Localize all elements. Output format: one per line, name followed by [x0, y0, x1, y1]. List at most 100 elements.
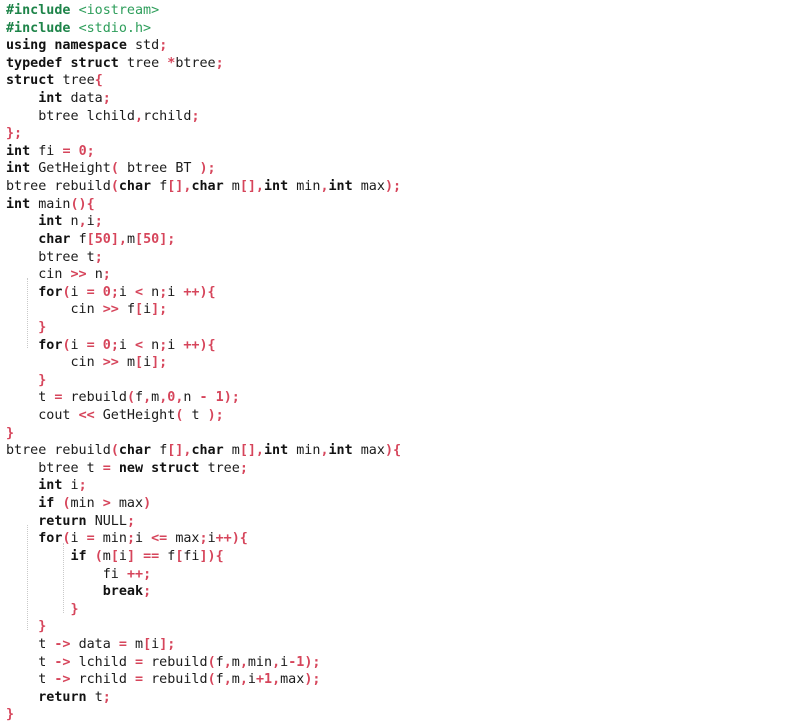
code-line[interactable]: t = rebuild(f,m,0,n - 1); — [6, 389, 800, 407]
code-line[interactable]: cin >> n; — [6, 266, 800, 284]
token-id: i — [118, 337, 127, 353]
code-line[interactable]: int n,i; — [6, 213, 800, 231]
code-viewer[interactable]: #include <iostream> #include <stdio.h> usi… — [0, 0, 800, 722]
code-line[interactable]: cin >> f[i]; — [6, 301, 800, 319]
token-id: i — [118, 284, 127, 300]
token-punc: ] — [126, 548, 135, 564]
code-line[interactable]: } — [6, 601, 800, 619]
token-id: tree — [62, 73, 95, 89]
token-op: ++ — [215, 531, 232, 547]
token-punc: , — [320, 443, 329, 459]
code-line[interactable]: #include <stdio.h> — [6, 20, 800, 38]
token-id: lchild — [78, 654, 127, 670]
code-line[interactable]: } — [6, 319, 800, 337]
code-line[interactable]: int GetHeight( btree BT ); — [6, 160, 800, 178]
code-line[interactable]: fi ++; — [6, 566, 800, 584]
code-line[interactable]: #include <iostream> — [6, 2, 800, 20]
token-id: m — [135, 636, 144, 652]
code-line[interactable]: break; — [6, 583, 800, 601]
code-line[interactable]: } — [6, 706, 800, 724]
code-line[interactable]: typedef struct tree *btree; — [6, 55, 800, 73]
code-line[interactable]: int i; — [6, 477, 800, 495]
token-num: 0 — [78, 143, 87, 159]
token-id: f — [135, 390, 144, 406]
code-line[interactable]: int main(){ — [6, 196, 800, 214]
token-punc: [ — [110, 548, 119, 564]
token-kw: struct — [6, 73, 55, 89]
code-line[interactable]: int data; — [6, 90, 800, 108]
token-id: i — [70, 531, 79, 547]
token-hdr: <iostream> — [78, 3, 160, 18]
token-id: btree — [175, 55, 216, 71]
code-line[interactable]: } — [6, 618, 800, 636]
token-punc: , — [143, 390, 152, 406]
token-id: min — [102, 531, 127, 547]
code-line[interactable]: t -> lchild = rebuild(f,m,min,i-1); — [6, 654, 800, 672]
token-kw: return — [38, 513, 87, 529]
token-kw: for — [38, 284, 63, 300]
token-op: = — [118, 636, 127, 652]
code-line[interactable]: for(i = min;i <= max;i++){ — [6, 530, 800, 548]
code-line[interactable]: return t; — [6, 689, 800, 707]
code-line[interactable]: t -> data = m[i]; — [6, 636, 800, 654]
code-line[interactable]: if (min > max) — [6, 495, 800, 513]
code-listing[interactable]: #include <iostream> #include <stdio.h> usi… — [0, 0, 800, 724]
token-punc: [], — [239, 443, 264, 459]
token-punc: ]){ — [199, 548, 224, 564]
token-punc: ( — [62, 496, 71, 512]
code-line[interactable]: btree rebuild(char f[],char m[],int min,… — [6, 442, 800, 460]
token-id: f — [126, 302, 135, 318]
token-punc: } — [70, 601, 79, 617]
code-line[interactable]: }; — [6, 125, 800, 143]
code-line[interactable]: char f[50],m[50]; — [6, 231, 800, 249]
code-line[interactable]: } — [6, 425, 800, 443]
code-line[interactable]: struct tree{ — [6, 72, 800, 90]
token-id: m — [126, 231, 135, 247]
token-id: rchild — [78, 672, 127, 688]
token-id: n — [151, 337, 160, 353]
token-id: t — [86, 460, 95, 476]
token-op: = — [86, 284, 95, 300]
code-line[interactable]: } — [6, 372, 800, 390]
code-line[interactable]: return NULL; — [6, 513, 800, 531]
token-op: = — [86, 531, 95, 547]
token-punc: , — [320, 179, 329, 195]
token-punc: ; — [110, 284, 119, 300]
token-kw: new — [118, 460, 144, 476]
token-punc: ) — [143, 496, 152, 512]
token-punc: ){ — [199, 337, 216, 353]
code-line[interactable]: btree lchild,rchild; — [6, 108, 800, 126]
token-id: data — [78, 636, 111, 652]
token-op: << — [78, 408, 95, 424]
token-id: m — [231, 179, 240, 195]
code-line[interactable]: cin >> m[i]; — [6, 354, 800, 372]
code-line[interactable]: t -> rchild = rebuild(f,m,i+1,max); — [6, 671, 800, 689]
code-line[interactable]: cout << GetHeight( t ); — [6, 407, 800, 425]
code-line[interactable]: using namespace std; — [6, 37, 800, 55]
code-line[interactable]: for(i = 0;i < n;i ++){ — [6, 284, 800, 302]
token-punc: [], — [239, 179, 264, 195]
code-line[interactable]: int fi = 0; — [6, 143, 800, 161]
code-line[interactable]: btree t; — [6, 249, 800, 267]
code-line[interactable]: btree rebuild(char f[],char m[],int min,… — [6, 178, 800, 196]
token-id: m — [231, 443, 240, 459]
code-line[interactable]: if (m[i] == f[fi]){ — [6, 548, 800, 566]
code-line[interactable]: for(i = 0;i < n;i ++){ — [6, 337, 800, 355]
token-punc: ; — [143, 584, 152, 600]
token-punc: ; — [215, 55, 224, 71]
code-line[interactable]: btree t = new struct tree; — [6, 460, 800, 478]
token-op: ++ — [183, 284, 200, 300]
